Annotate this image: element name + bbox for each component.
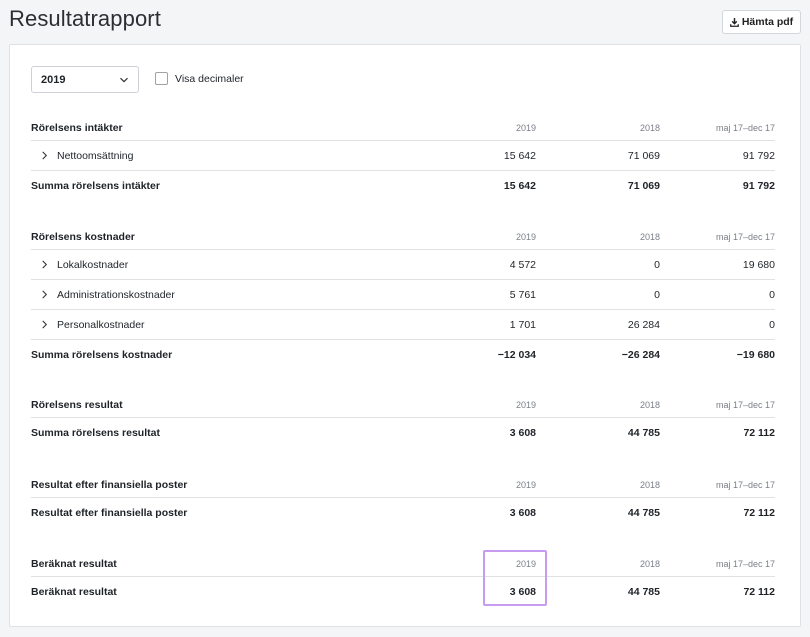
table-row[interactable]: Administrationskostnader 5 761 0 0 (31, 280, 775, 310)
sum-value: 71 069 (627, 180, 660, 192)
section-title: Beräknat resultat (31, 557, 117, 570)
row-value: 19 680 (742, 258, 775, 271)
sum-value: 72 112 (743, 427, 775, 439)
show-decimals-label: Visa decimaler (175, 72, 244, 85)
show-decimals-toggle[interactable]: Visa decimaler (155, 72, 244, 85)
section-operating-costs: Rörelsens kostnader 2019 2018 maj 17–dec… (31, 224, 775, 370)
row-value: 1 701 (509, 318, 536, 331)
download-icon (729, 17, 739, 27)
column-header: 2019 (515, 558, 536, 569)
column-header: 2019 (515, 231, 536, 242)
section-header: Resultat efter finansiella poster 2019 2… (31, 472, 775, 498)
column-header: 2019 (515, 399, 536, 410)
sum-row: Summa rörelsens intäkter 15 642 71 069 9… (31, 171, 775, 201)
download-pdf-button[interactable]: Hämta pdf (722, 10, 801, 34)
row-value: 15 642 (503, 149, 536, 162)
column-header: 2018 (639, 399, 660, 410)
column-header: maj 17–dec 17 (715, 479, 775, 490)
section-title: Rörelsens kostnader (31, 230, 135, 243)
table-row[interactable]: Nettoomsättning 15 642 71 069 91 792 (31, 141, 775, 171)
sum-row: Resultat efter finansiella poster 3 608 … (31, 498, 775, 528)
sum-label: Summa rörelsens resultat (31, 427, 160, 439)
sum-row: Beräknat resultat 3 608 44 785 72 112 (31, 577, 775, 607)
sum-label: Summa rörelsens intäkter (31, 180, 160, 192)
column-header: maj 17–dec 17 (715, 558, 775, 569)
sum-value: 44 785 (627, 507, 660, 519)
section-title: Rörelsens intäkter (31, 121, 123, 134)
show-decimals-checkbox[interactable] (155, 72, 168, 85)
row-value: 0 (769, 318, 775, 331)
row-label: Administrationskostnader (57, 288, 175, 301)
section-header: Rörelsens kostnader 2019 2018 maj 17–dec… (31, 224, 775, 250)
section-header: Beräknat resultat 2019 2018 maj 17–dec 1… (31, 551, 775, 577)
sum-value: 44 785 (627, 427, 660, 439)
column-header: 2018 (639, 558, 660, 569)
column-header: 2018 (639, 231, 660, 242)
sum-value: 15 642 (503, 180, 536, 192)
table-row[interactable]: Personalkostnader 1 701 26 284 0 (31, 310, 775, 340)
sum-value: 3 608 (509, 586, 536, 598)
row-value: 71 069 (627, 149, 660, 162)
year-select-value: 2019 (41, 73, 66, 86)
section-calculated-result: Beräknat resultat 2019 2018 maj 17–dec 1… (31, 551, 775, 607)
column-header: 2018 (639, 122, 660, 133)
sum-value: 72 112 (743, 507, 775, 519)
row-label: Personalkostnader (57, 318, 145, 331)
sum-value: 3 608 (509, 427, 536, 439)
sum-value: 72 112 (743, 586, 775, 598)
column-header: maj 17–dec 17 (715, 122, 775, 133)
sum-value: 91 792 (742, 180, 775, 192)
chevron-down-icon (120, 77, 128, 83)
column-header: 2019 (515, 122, 536, 133)
section-title: Resultat efter finansiella poster (31, 478, 188, 491)
sum-value: 44 785 (627, 586, 660, 598)
section-result-after-financial: Resultat efter finansiella poster 2019 2… (31, 472, 775, 528)
chevron-right-icon[interactable] (40, 151, 49, 160)
chevron-right-icon[interactable] (40, 260, 49, 269)
section-operating-income: Rörelsens intäkter 2019 2018 maj 17–dec … (31, 115, 775, 201)
sum-row: Summa rörelsens kostnader −12 034 −26 28… (31, 340, 775, 370)
sum-value: −12 034 (497, 349, 536, 361)
column-header: 2019 (515, 479, 536, 490)
section-header: Rörelsens intäkter 2019 2018 maj 17–dec … (31, 115, 775, 141)
row-value: 91 792 (742, 149, 775, 162)
page-title: Resultatrapport (9, 6, 161, 31)
chevron-right-icon[interactable] (40, 290, 49, 299)
column-header: 2018 (639, 479, 660, 490)
sum-label: Beräknat resultat (31, 586, 117, 598)
row-value: 26 284 (627, 318, 660, 331)
row-label: Lokalkostnader (57, 258, 129, 271)
section-header: Rörelsens resultat 2019 2018 maj 17–dec … (31, 392, 775, 418)
row-label: Nettoomsättning (57, 149, 134, 162)
sum-value: −26 284 (621, 349, 660, 361)
sum-row: Summa rörelsens resultat 3 608 44 785 72… (31, 418, 775, 448)
sum-value: −19 680 (736, 349, 775, 361)
section-title: Rörelsens resultat (31, 398, 123, 411)
table-row[interactable]: Lokalkostnader 4 572 0 19 680 (31, 250, 775, 280)
row-value: 5 761 (509, 288, 536, 301)
sum-label: Resultat efter finansiella poster (31, 507, 188, 519)
chevron-right-icon[interactable] (40, 320, 49, 329)
download-pdf-label: Hämta pdf (741, 16, 794, 28)
sum-value: 3 608 (509, 507, 536, 519)
year-select[interactable]: 2019 (31, 66, 139, 93)
report-card: 2019 Visa decimaler Rörelsens intäkter 2… (9, 44, 801, 627)
row-value: 0 (654, 288, 660, 301)
row-value: 0 (654, 258, 660, 271)
section-operating-result: Rörelsens resultat 2019 2018 maj 17–dec … (31, 392, 775, 448)
row-value: 4 572 (509, 258, 536, 271)
sum-label: Summa rörelsens kostnader (31, 349, 173, 361)
column-header: maj 17–dec 17 (715, 231, 775, 242)
column-header: maj 17–dec 17 (715, 399, 775, 410)
row-value: 0 (769, 288, 775, 301)
